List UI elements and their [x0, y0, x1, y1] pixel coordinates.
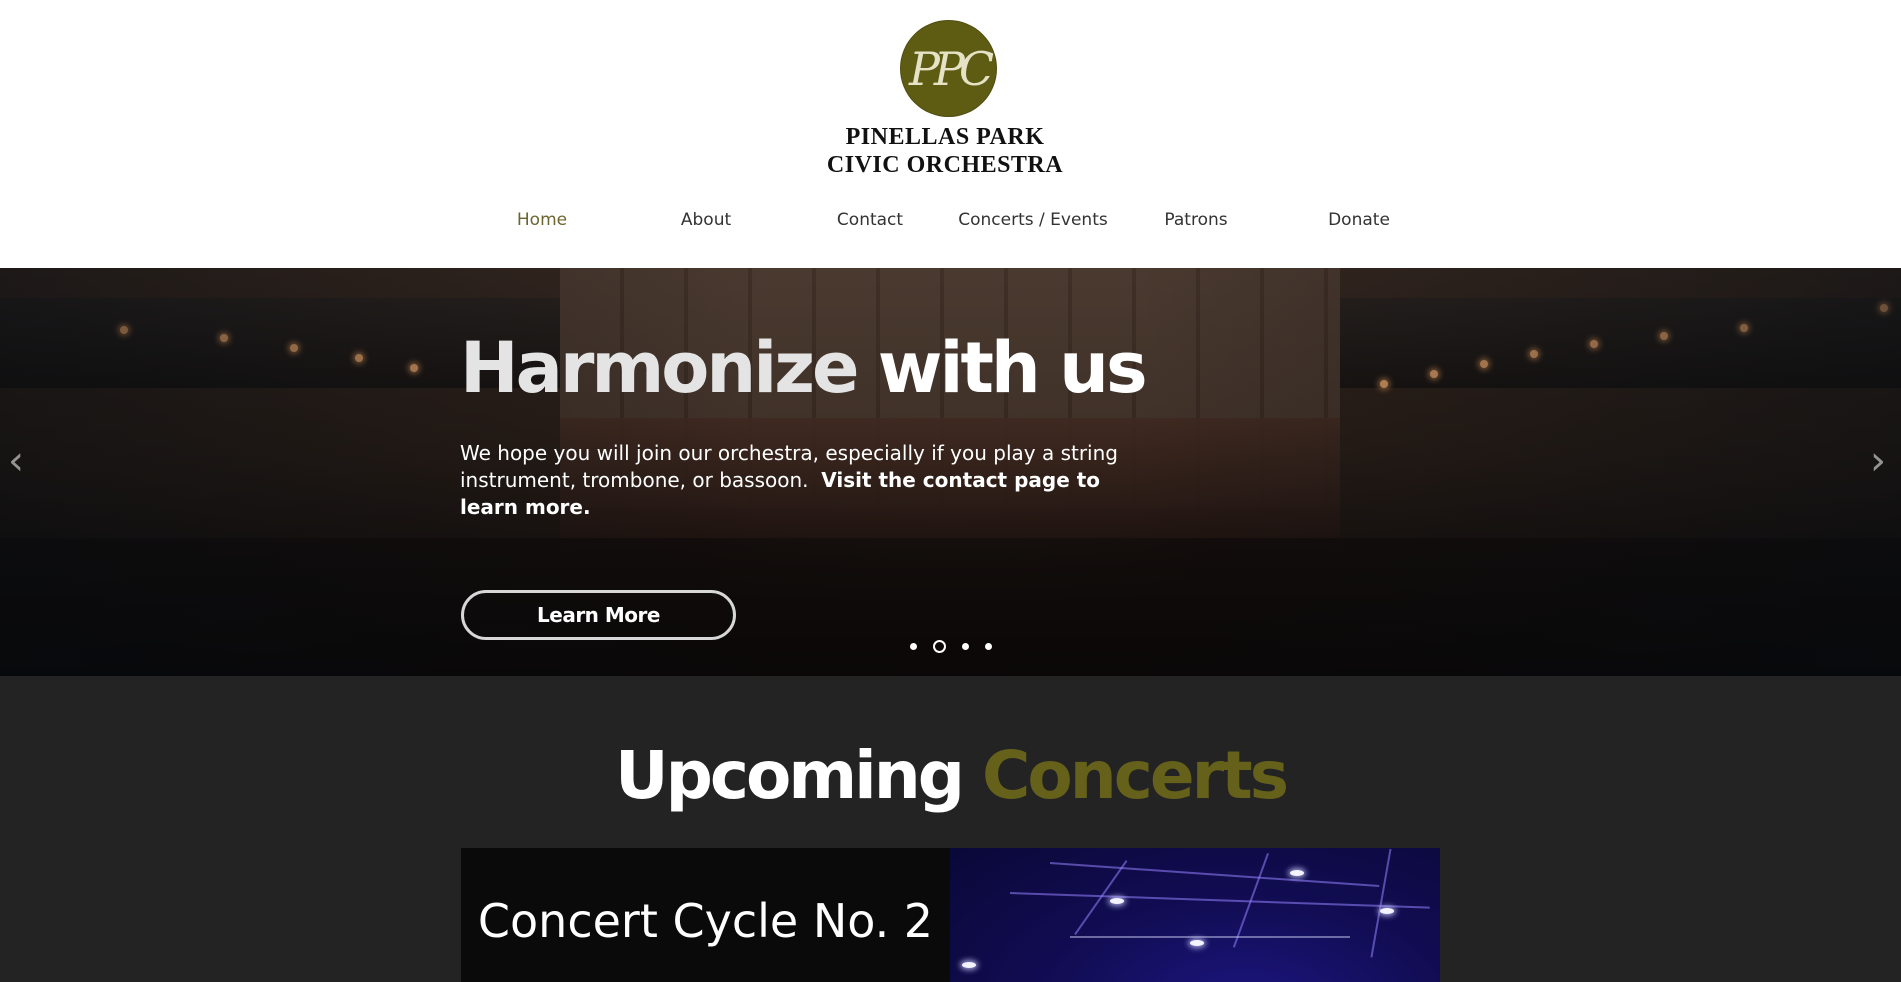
hero-title-word2: with us: [877, 327, 1148, 409]
concert-image[interactable]: [950, 848, 1440, 982]
concert-card-title: Concert Cycle No. 2: [477, 894, 934, 948]
site-title-line2: CIVIC ORCHESTRA: [826, 152, 1064, 178]
site-header: PPC PINELLAS PARK CIVIC ORCHESTRA Home A…: [0, 0, 1901, 268]
main-nav: Home About Contact Concerts / Events Pat…: [0, 210, 1901, 234]
site-title-line1: PINELLAS PARK: [845, 124, 1045, 150]
logo-monogram: PPC: [908, 41, 994, 96]
heading-word1: Upcoming: [615, 737, 965, 814]
nav-item-contact[interactable]: Contact: [837, 210, 903, 230]
slide-dot-4[interactable]: [985, 642, 992, 650]
slide-indicators: [910, 639, 992, 653]
chevron-right-icon[interactable]: ›: [1870, 438, 1886, 484]
upcoming-concerts-heading: Upcoming Concerts: [0, 738, 1901, 814]
heading-word2: Concerts: [981, 737, 1289, 814]
hero-slideshow: ‹ › Harmonize with us We hope you will j…: [0, 268, 1901, 676]
slide-dot-2[interactable]: [933, 639, 946, 653]
chevron-left-icon[interactable]: ‹: [8, 438, 24, 484]
nav-item-about[interactable]: About: [681, 210, 731, 230]
upcoming-concerts-section: Upcoming Concerts Concert Cycle No. 2: [0, 676, 1901, 982]
learn-more-button[interactable]: Learn More: [461, 590, 736, 640]
slide-dot-1[interactable]: [910, 642, 917, 650]
orchestra-logo[interactable]: PPC: [900, 20, 997, 117]
nav-item-patrons[interactable]: Patrons: [1164, 210, 1227, 230]
concert-card[interactable]: Concert Cycle No. 2: [461, 848, 950, 982]
nav-item-home[interactable]: Home: [517, 210, 567, 230]
hero-title: Harmonize with us: [460, 327, 1148, 409]
hero-title-word1: Harmonize: [460, 327, 859, 409]
nav-item-donate[interactable]: Donate: [1328, 210, 1390, 230]
stage-rig: [1070, 936, 1350, 968]
nav-item-concerts-events[interactable]: Concerts / Events: [958, 210, 1107, 230]
slide-dot-3[interactable]: [962, 642, 969, 650]
site-title[interactable]: PINELLAS PARK CIVIC ORCHESTRA: [800, 123, 1090, 179]
hero-description: We hope you will join our orchestra, esp…: [460, 440, 1160, 521]
